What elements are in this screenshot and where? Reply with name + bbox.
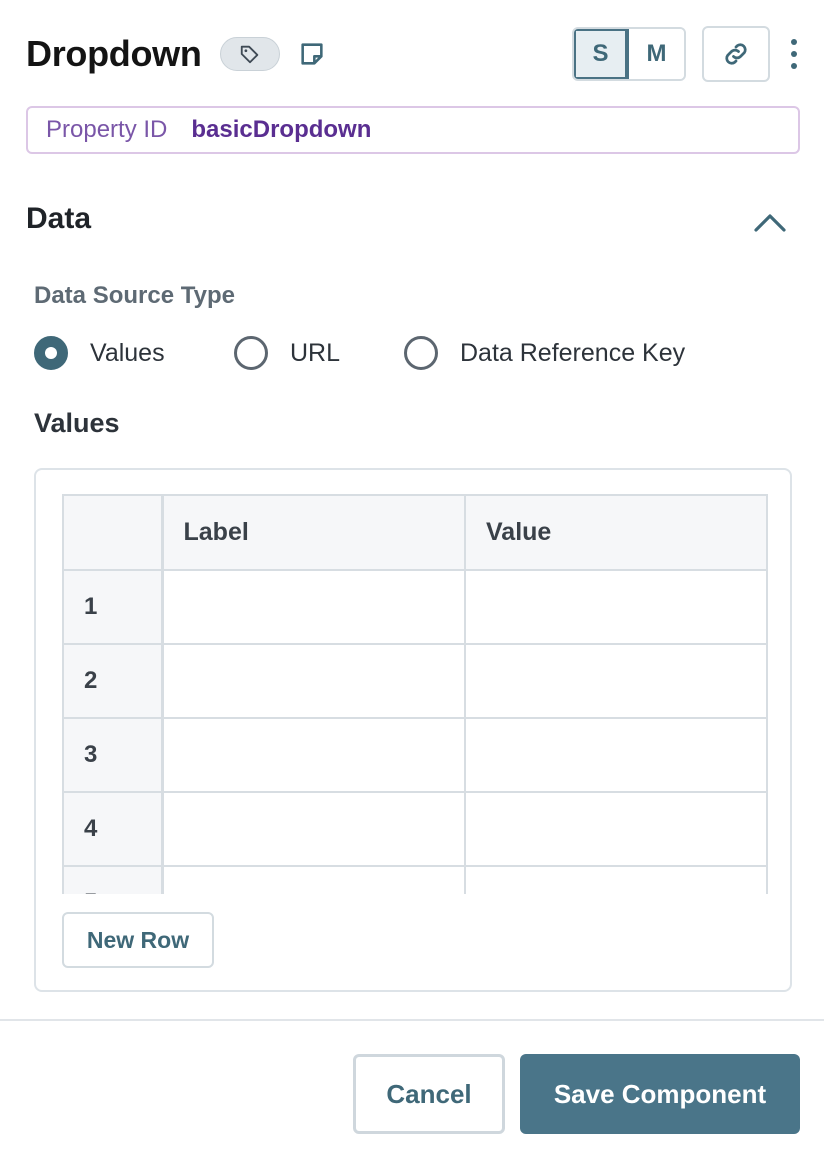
table-header-row: Label Value xyxy=(64,496,766,571)
radio-url-label: URL xyxy=(290,338,341,367)
property-id-value: basicDropdown xyxy=(191,116,372,143)
table-row: 5 xyxy=(64,866,766,894)
component-title: Dropdown xyxy=(26,33,202,74)
footer-divider xyxy=(0,1019,824,1021)
label-cell[interactable] xyxy=(162,718,466,793)
values-table-scroll[interactable]: Label Value 1 2 3 4 xyxy=(62,494,768,894)
radio-url-circle[interactable] xyxy=(234,336,268,370)
size-s-button[interactable]: S xyxy=(574,29,629,79)
radio-data-reference-key-circle[interactable] xyxy=(404,336,438,370)
value-cell[interactable] xyxy=(465,866,766,894)
size-m-button[interactable]: M xyxy=(629,29,684,79)
label-cell[interactable] xyxy=(162,644,466,719)
row-number: 3 xyxy=(64,718,164,793)
label-cell[interactable] xyxy=(162,570,466,645)
component-editor-panel: Dropdown S M Property ID basicDropdown D… xyxy=(0,0,824,1158)
value-column-header: Value xyxy=(465,496,766,571)
link-button[interactable] xyxy=(702,26,770,82)
table-row: 1 xyxy=(64,570,766,645)
table-row: 2 xyxy=(64,644,766,719)
value-cell[interactable] xyxy=(465,718,766,793)
note-icon xyxy=(300,43,323,65)
radio-data-reference-key[interactable]: Data Reference Key xyxy=(404,334,685,372)
value-cell[interactable] xyxy=(465,570,766,645)
property-id-field[interactable]: Property ID basicDropdown xyxy=(26,106,800,154)
link-icon xyxy=(725,43,747,65)
tag-icon xyxy=(240,45,258,64)
note-button[interactable] xyxy=(296,38,328,70)
table-row: 4 xyxy=(64,792,766,867)
label-cell[interactable] xyxy=(162,792,466,867)
label-column-header: Label xyxy=(162,496,466,571)
radio-values-label: Values xyxy=(90,338,165,367)
table-row: 3 xyxy=(64,718,766,793)
radio-values[interactable]: Values xyxy=(34,334,165,372)
values-label: Values xyxy=(34,408,120,438)
value-cell[interactable] xyxy=(465,644,766,719)
radio-data-reference-key-label: Data Reference Key xyxy=(460,338,686,367)
tag-button[interactable] xyxy=(219,37,280,71)
row-number: 1 xyxy=(64,570,164,645)
row-number: 4 xyxy=(64,792,164,867)
row-number: 5 xyxy=(64,866,164,894)
kebab-menu-icon[interactable] xyxy=(788,39,800,69)
panel-header: Dropdown S M xyxy=(26,24,800,84)
values-table: Label Value 1 2 3 4 xyxy=(64,496,766,894)
value-cell[interactable] xyxy=(465,792,766,867)
chevron-up-icon[interactable] xyxy=(752,206,788,236)
data-source-radio-group: Values URL Data Reference Key xyxy=(34,334,794,372)
data-source-type-label: Data Source Type xyxy=(34,282,235,309)
save-component-button[interactable]: Save Component xyxy=(520,1054,800,1134)
table-corner-header xyxy=(64,496,164,571)
label-cell[interactable] xyxy=(162,866,466,894)
data-section-title: Data xyxy=(26,202,92,235)
radio-values-circle[interactable] xyxy=(34,336,68,370)
values-editor: Label Value 1 2 3 4 New Row xyxy=(34,468,792,992)
property-id-label: Property ID xyxy=(46,116,168,143)
row-number: 2 xyxy=(64,644,164,719)
cancel-button[interactable]: Cancel xyxy=(353,1054,505,1134)
size-toggle: S M xyxy=(572,27,686,81)
new-row-button[interactable]: New Row xyxy=(62,912,214,968)
radio-url[interactable]: URL xyxy=(234,334,340,372)
